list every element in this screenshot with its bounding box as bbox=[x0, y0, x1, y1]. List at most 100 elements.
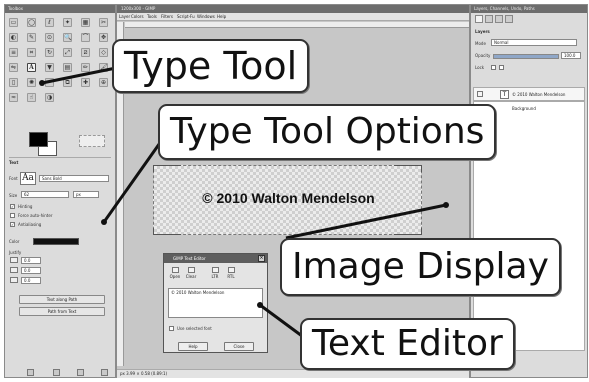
text-editor-textarea[interactable]: © 2010 Walton Mendelson bbox=[168, 288, 263, 318]
help-button[interactable]: Help bbox=[178, 342, 208, 351]
menu-layer[interactable]: Layer bbox=[119, 14, 130, 20]
opacity-slider[interactable] bbox=[493, 54, 559, 59]
text-icon[interactable]: A bbox=[27, 63, 36, 72]
rect-select-icon[interactable]: ▭ bbox=[9, 18, 18, 27]
ellipse-select-icon[interactable]: ◯ bbox=[27, 18, 36, 27]
callout-type-tool: Type Tool bbox=[112, 39, 310, 93]
brush-pattern-preview[interactable] bbox=[79, 135, 105, 147]
opacity-label: Opacity bbox=[475, 53, 491, 58]
close-button[interactable]: Close bbox=[224, 342, 254, 351]
text-box-handle-bottom-left[interactable] bbox=[153, 228, 181, 235]
text-editor-dialog: GIMP Text Editor × Open Clear LTR RTL © … bbox=[163, 253, 268, 353]
blur-icon[interactable]: ≈ bbox=[9, 93, 18, 102]
mode-select[interactable]: Normal bbox=[491, 39, 577, 46]
smudge-icon[interactable]: ☝ bbox=[27, 93, 36, 102]
eye-icon[interactable] bbox=[477, 91, 483, 97]
size-field[interactable]: 62 bbox=[21, 191, 69, 198]
layers-panel-title: Layers bbox=[475, 29, 490, 34]
font-field[interactable]: Sans Bold bbox=[39, 175, 109, 182]
foreground-color-swatch[interactable] bbox=[29, 132, 48, 147]
text-box-handle-top-right[interactable] bbox=[394, 165, 422, 172]
font-preview-button[interactable]: Aa bbox=[20, 172, 36, 185]
menu-colors[interactable]: Colors bbox=[131, 14, 144, 20]
fuzzy-select-icon[interactable]: ✦ bbox=[63, 18, 72, 27]
ink-icon[interactable]: ✒ bbox=[45, 78, 54, 87]
blend-icon[interactable]: ▤ bbox=[63, 63, 72, 72]
indent-field[interactable]: 0.0 bbox=[21, 257, 41, 264]
text-along-path-button[interactable]: Text along Path bbox=[19, 295, 105, 304]
ltr-label: LTR bbox=[211, 274, 219, 279]
shear-icon[interactable]: ⧄ bbox=[81, 48, 90, 57]
antialiasing-checkbox[interactable]: ✓ bbox=[10, 222, 15, 227]
reset-options-icon[interactable] bbox=[101, 369, 108, 376]
free-select-icon[interactable]: ℓ bbox=[45, 18, 54, 27]
measure-icon[interactable]: ⌒ bbox=[81, 33, 90, 42]
move-icon[interactable]: ✥ bbox=[99, 33, 108, 42]
flip-icon[interactable]: ⇋ bbox=[9, 63, 18, 72]
paths-icon[interactable]: ✎ bbox=[27, 33, 36, 42]
hinting-checkbox[interactable]: ✓ bbox=[10, 204, 15, 209]
path-from-text-button[interactable]: Path from Text bbox=[19, 307, 105, 316]
zoom-icon[interactable]: 🔍 bbox=[63, 33, 72, 42]
line-spacing-icon bbox=[10, 267, 18, 273]
undo-tab-icon[interactable] bbox=[505, 15, 513, 23]
close-icon[interactable]: × bbox=[258, 255, 265, 262]
text-editor-title: GIMP Text Editor bbox=[164, 254, 267, 263]
perspective-icon[interactable]: ◇ bbox=[99, 48, 108, 57]
text-box-handle-top-left[interactable] bbox=[153, 165, 181, 172]
open-button[interactable]: Open bbox=[168, 267, 182, 279]
letter-spacing-field[interactable]: 0.0 bbox=[21, 277, 41, 284]
menu-windows[interactable]: Windows bbox=[197, 14, 215, 20]
menu-filters[interactable]: Filters bbox=[161, 14, 173, 20]
menu-help[interactable]: Help bbox=[217, 14, 226, 20]
background-layer-name[interactable]: Background bbox=[512, 106, 536, 111]
lock-label: Lock bbox=[475, 65, 485, 70]
paintbrush-icon[interactable]: 🖌 bbox=[99, 63, 108, 72]
dodge-burn-icon[interactable]: ◑ bbox=[45, 93, 54, 102]
perspective-clone-icon[interactable]: ⊕ bbox=[99, 78, 108, 87]
rotate-icon[interactable]: ↻ bbox=[45, 48, 54, 57]
use-selected-font-checkbox[interactable] bbox=[169, 326, 174, 331]
heal-icon[interactable]: ✚ bbox=[81, 78, 90, 87]
scale-icon[interactable]: ⤢ bbox=[63, 48, 72, 57]
color-picker-icon[interactable]: ⊙ bbox=[45, 33, 54, 42]
text-box-handle-bottom-right[interactable] bbox=[394, 228, 422, 235]
crop-icon[interactable]: ⌗ bbox=[27, 48, 36, 57]
lock-alpha-checkbox[interactable] bbox=[499, 65, 504, 70]
by-color-select-icon[interactable]: ▦ bbox=[81, 18, 90, 27]
pencil-icon[interactable]: ✏ bbox=[81, 63, 90, 72]
image-canvas[interactable]: © 2010 Walton Mendelson bbox=[153, 165, 422, 235]
line-spacing-field[interactable]: 0.0 bbox=[21, 267, 41, 274]
scissors-icon[interactable]: ✂ bbox=[99, 18, 108, 27]
save-options-icon[interactable] bbox=[27, 369, 34, 376]
force-autohinter-label: Force auto-hinter bbox=[18, 213, 53, 218]
menu-script-fu[interactable]: Script-Fu bbox=[177, 14, 195, 20]
layers-tab-icon[interactable] bbox=[475, 15, 483, 23]
clear-button[interactable]: Clear bbox=[184, 267, 198, 279]
opacity-fill bbox=[494, 55, 558, 58]
bucket-fill-icon[interactable]: ▼ bbox=[45, 63, 54, 72]
size-unit-select[interactable]: px bbox=[73, 191, 99, 198]
restore-options-icon[interactable] bbox=[53, 369, 60, 376]
lock-pixels-checkbox[interactable] bbox=[491, 65, 496, 70]
eraser-icon[interactable]: ▯ bbox=[9, 78, 18, 87]
layer-name[interactable]: © 2010 Walton Mendelson bbox=[512, 92, 565, 97]
ltr-button[interactable]: LTR bbox=[208, 267, 222, 279]
airbrush-icon[interactable]: ✺ bbox=[27, 78, 36, 87]
callout-image-display: Image Display bbox=[280, 238, 561, 296]
canvas-text-layer[interactable]: © 2010 Walton Mendelson bbox=[154, 190, 423, 206]
align-icon[interactable]: ≡ bbox=[9, 48, 18, 57]
horizontal-ruler[interactable] bbox=[125, 22, 469, 28]
layer-row-text[interactable]: T © 2010 Walton Mendelson bbox=[473, 87, 585, 101]
clone-icon[interactable]: ⧉ bbox=[63, 78, 72, 87]
force-autohinter-checkbox[interactable] bbox=[10, 213, 15, 218]
delete-options-icon[interactable] bbox=[77, 369, 84, 376]
rtl-button[interactable]: RTL bbox=[224, 267, 238, 279]
text-color-button[interactable] bbox=[33, 238, 79, 245]
channels-tab-icon[interactable] bbox=[485, 15, 493, 23]
paths-tab-icon[interactable] bbox=[495, 15, 503, 23]
menu-tools[interactable]: Tools bbox=[147, 14, 157, 20]
tool-options-title: Text bbox=[9, 160, 19, 165]
foreground-select-icon[interactable]: ◐ bbox=[9, 33, 18, 42]
opacity-field[interactable]: 100.0 bbox=[561, 52, 581, 59]
